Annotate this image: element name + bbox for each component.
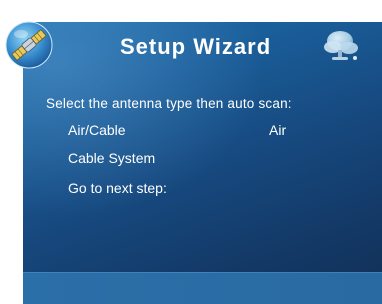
menu-item-air-cable[interactable]: Air/Cable Air — [60, 118, 360, 140]
globe-icon — [322, 26, 362, 64]
page-title: Setup Wizard — [120, 34, 272, 59]
footer-bar — [23, 272, 382, 304]
menu-item-value: Air — [269, 122, 287, 138]
setup-wizard-screen: Setup Wizard Select the antenna type the… — [0, 0, 382, 304]
menu-item-label: Go to next step: — [68, 180, 167, 196]
menu-item-cable-system[interactable]: Cable System — [60, 146, 360, 168]
menu-item-label: Air/Cable — [68, 122, 126, 138]
menu-item-next-step[interactable]: Go to next step: — [60, 176, 360, 198]
menu-item-label: Cable System — [68, 150, 156, 166]
instruction-text: Select the antenna type then auto scan: — [46, 96, 292, 111]
satellite-icon — [4, 20, 54, 70]
